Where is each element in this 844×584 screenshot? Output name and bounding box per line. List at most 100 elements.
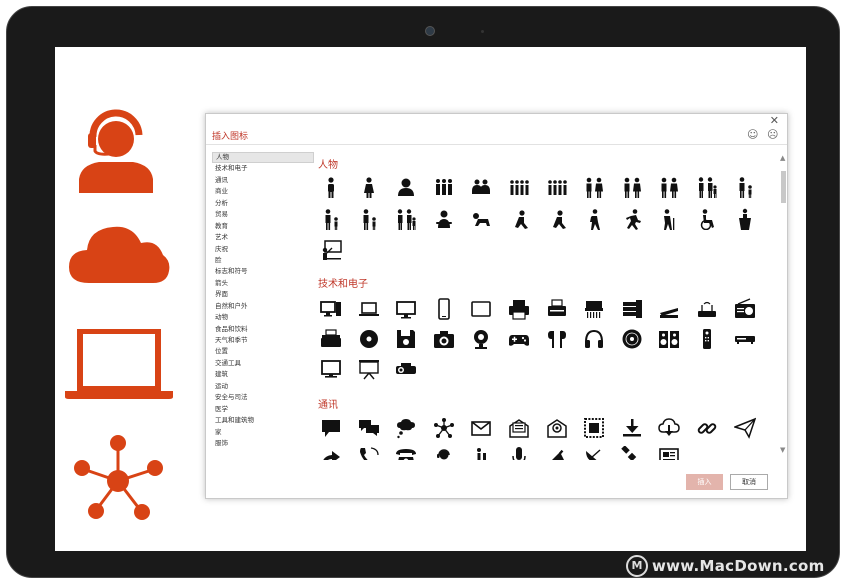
wheelchair-icon[interactable] [696, 208, 718, 231]
microphone-icon[interactable] [508, 446, 530, 460]
headset-user-icon[interactable] [433, 446, 455, 460]
group-icon[interactable] [433, 176, 455, 198]
category-item[interactable]: 天气和季节 [212, 335, 314, 346]
phone-icon[interactable] [433, 298, 455, 320]
crowd-icon[interactable] [546, 176, 568, 198]
cancel-button[interactable]: 取消 [730, 474, 768, 490]
chats-icon[interactable] [358, 417, 380, 439]
earbuds-icon[interactable] [546, 328, 568, 350]
category-item[interactable]: 贸易 [212, 209, 314, 220]
cloud-download-icon[interactable] [658, 417, 681, 439]
tablet-icon[interactable] [470, 298, 492, 320]
fax-icon[interactable] [546, 298, 568, 320]
parent-child-icon[interactable] [358, 208, 380, 230]
scroll-down-arrow[interactable]: ▼ [780, 446, 785, 454]
category-item[interactable]: 动物 [212, 312, 314, 323]
family-icon[interactable] [395, 208, 417, 230]
walk-icon[interactable] [583, 208, 605, 230]
baby-icon[interactable] [433, 208, 455, 230]
chat-icon[interactable] [320, 417, 342, 439]
frown-feedback-icon[interactable]: ☹ [767, 128, 778, 141]
category-item[interactable]: 教育 [212, 221, 314, 232]
printer-icon[interactable] [508, 298, 530, 320]
megaphone-icon[interactable] [546, 446, 568, 460]
category-item[interactable]: 通讯 [212, 175, 314, 186]
category-item[interactable]: 艺术 [212, 232, 314, 243]
elder-icon[interactable] [658, 208, 680, 230]
desk-phone-icon[interactable] [395, 446, 417, 460]
couple-icon[interactable] [583, 176, 605, 198]
remote-icon[interactable] [696, 328, 718, 350]
link-icon[interactable] [696, 417, 718, 439]
floppy-icon[interactable] [395, 328, 417, 350]
smile-feedback-icon[interactable]: ☺ [747, 128, 758, 141]
newspaper-icon[interactable] [658, 446, 680, 460]
kneel-icon[interactable] [546, 208, 568, 230]
speakers-icon[interactable] [658, 328, 680, 350]
dvd-icon[interactable] [734, 328, 756, 350]
couple-icon[interactable] [621, 176, 643, 198]
telephone-call-icon[interactable] [358, 446, 380, 460]
woman-icon[interactable] [358, 176, 380, 198]
download-icon[interactable] [621, 417, 643, 439]
category-item[interactable]: 界面 [212, 289, 314, 300]
scroll-up-arrow[interactable]: ▲ [780, 154, 785, 162]
meeting-icon[interactable] [470, 176, 492, 198]
category-item[interactable]: 食品和饮料 [212, 324, 314, 335]
scanner-icon[interactable] [658, 298, 680, 320]
run-icon[interactable] [621, 208, 643, 230]
satellite-icon[interactable] [621, 445, 643, 460]
category-item[interactable]: 商业 [212, 186, 314, 197]
headphones-icon[interactable] [583, 328, 605, 350]
projector-screen-icon[interactable] [358, 358, 380, 380]
monitor-icon[interactable] [395, 298, 417, 320]
tv-icon[interactable] [320, 358, 342, 380]
family-icon[interactable] [696, 176, 718, 198]
disc-icon[interactable] [358, 328, 380, 350]
kneel-icon[interactable] [508, 208, 530, 230]
server-icon[interactable] [621, 298, 643, 320]
category-item[interactable]: 安全与司法 [212, 392, 314, 403]
satellite-dish-icon[interactable] [583, 446, 605, 460]
camera-icon[interactable] [433, 328, 455, 350]
share-icon[interactable] [320, 446, 342, 460]
category-item[interactable]: 技术和电子 [212, 163, 314, 174]
desktop-icon[interactable] [320, 298, 342, 320]
category-item[interactable]: 自然和户外 [212, 301, 314, 312]
category-item[interactable]: 标志和符号 [212, 266, 314, 277]
envelope-icon[interactable] [470, 417, 492, 439]
speaker-icon[interactable] [734, 208, 756, 230]
category-item[interactable]: 位置 [212, 346, 314, 357]
category-item[interactable]: 服饰 [212, 438, 314, 449]
paper-plane-icon[interactable] [732, 417, 756, 439]
category-item[interactable]: 庆祝 [212, 244, 314, 255]
webcam-icon[interactable] [470, 328, 492, 350]
scrollbar[interactable]: ▲ ▼ [779, 154, 788, 462]
category-item[interactable]: 交通工具 [212, 358, 314, 369]
typewriter-icon[interactable] [320, 328, 342, 350]
projector-icon[interactable] [395, 358, 417, 380]
couple-icon[interactable] [658, 176, 680, 198]
category-item[interactable]: 人物 [212, 152, 314, 164]
teacher-icon[interactable] [320, 238, 342, 260]
open-mail-icon[interactable] [508, 417, 530, 439]
crowd-icon[interactable] [508, 176, 530, 198]
category-item[interactable]: 运动 [212, 381, 314, 392]
person-icon[interactable] [320, 176, 342, 198]
scroll-thumb[interactable] [781, 171, 786, 203]
thought-icon[interactable] [395, 417, 417, 439]
category-item[interactable]: 医学 [212, 404, 314, 415]
gamepad-icon[interactable] [508, 328, 530, 350]
stamp-icon[interactable] [583, 417, 605, 439]
insert-button[interactable]: 插入 [686, 474, 723, 490]
laptop-icon[interactable] [358, 298, 380, 320]
category-item[interactable]: 家 [212, 427, 314, 438]
category-item[interactable]: 脸 [212, 255, 314, 266]
radio-icon[interactable] [734, 298, 756, 320]
crawl-icon[interactable] [470, 208, 492, 230]
category-item[interactable]: 工具和建筑物 [212, 415, 314, 426]
close-button[interactable]: ✕ [770, 114, 779, 127]
vinyl-icon[interactable] [621, 328, 643, 350]
hub-icon[interactable] [433, 417, 455, 439]
shredder-icon[interactable] [583, 298, 605, 320]
